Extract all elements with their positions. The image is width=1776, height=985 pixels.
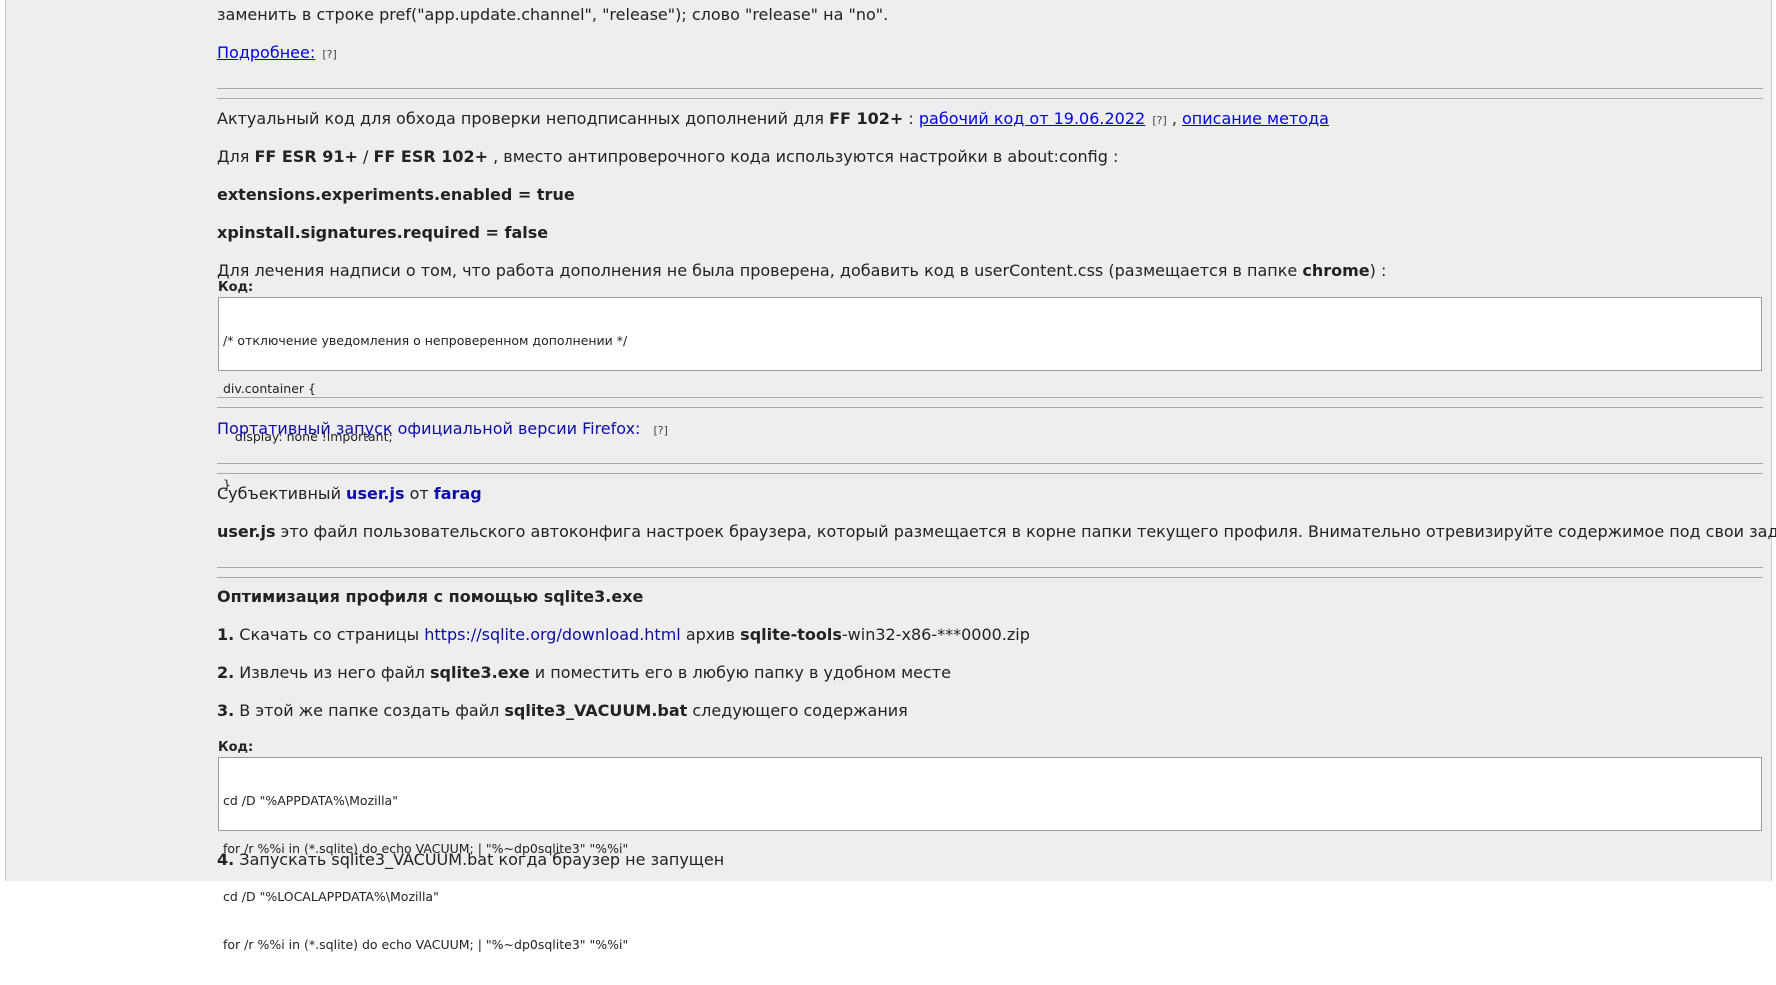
- more-info-link[interactable]: Подробнее:: [217, 43, 315, 62]
- divider: [217, 88, 1763, 99]
- sqlite-section-title: Оптимизация профиля с помощью sqlite3.ex…: [217, 587, 644, 606]
- author-link[interactable]: farag: [434, 484, 482, 503]
- page-background: заменить в строке pref("app.update.chann…: [5, 0, 1776, 952]
- step-1: 1. Скачать со страницы https://sqlite.or…: [217, 625, 1030, 644]
- step-4: 4. Запускать sqlite3_VACUUM.bat когда бр…: [217, 850, 725, 869]
- more-info-line: Подробнее: [?]: [217, 42, 337, 66]
- code-label: Код:: [218, 280, 254, 295]
- unsigned-addons-line: Актуальный код для обхода проверки непод…: [217, 109, 1329, 128]
- method-description-link[interactable]: описание метода: [1182, 109, 1329, 128]
- userjs-link[interactable]: user.js: [346, 484, 404, 503]
- sqlite-download-link[interactable]: https://sqlite.org/download.html: [424, 625, 680, 644]
- setting-experiments: extensions.experiments.enabled = true: [217, 185, 575, 204]
- step-3: 3. В этой же папке создать файл sqlite3_…: [217, 701, 908, 720]
- code-block-css[interactable]: /* отключение уведомления о непроверенно…: [218, 297, 1762, 492]
- divider: [217, 397, 1763, 408]
- divider: [217, 463, 1763, 474]
- help-tooltip[interactable]: [?]: [322, 48, 336, 61]
- working-code-link[interactable]: рабочий код от 19.06.2022: [919, 109, 1145, 128]
- userjs-description: user.js это файл пользовательского авток…: [217, 522, 1776, 541]
- portable-line: Портативный запуск официальной версии Fi…: [217, 418, 668, 442]
- help-tooltip[interactable]: [?]: [1152, 114, 1166, 127]
- usercontent-instruction: Для лечения надписи о том, что работа до…: [217, 261, 1387, 280]
- portable-firefox-link[interactable]: Портативный запуск официальной версии Fi…: [217, 419, 640, 438]
- userjs-line: Субъективный user.js от farag: [217, 484, 482, 503]
- help-tooltip[interactable]: [?]: [654, 424, 668, 437]
- setting-signatures: xpinstall.signatures.required = false: [217, 223, 549, 242]
- code-label: Код:: [218, 740, 254, 755]
- step-2: 2. Извлечь из него файл sqlite3.exe и по…: [217, 663, 951, 682]
- esr-line: Для FF ESR 91+ / FF ESR 102+ , вместо ан…: [217, 147, 1119, 166]
- update-instruction: заменить в строке pref("app.update.chann…: [217, 5, 889, 24]
- code-block-bat[interactable]: cd /D "%APPDATA%\Mozilla" for /r %%i in …: [218, 757, 1762, 952]
- divider: [217, 567, 1763, 578]
